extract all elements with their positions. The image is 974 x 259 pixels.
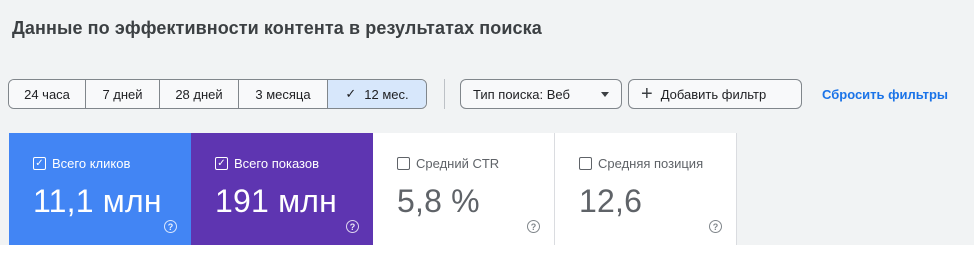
range-24h-button[interactable]: 24 часа bbox=[9, 80, 86, 108]
range-3m-label: 3 месяца bbox=[255, 86, 311, 102]
metric-value: 5,8 % bbox=[397, 183, 480, 219]
page-title: Данные по эффективности контента в резул… bbox=[12, 18, 542, 38]
metric-header: Средняя позиция bbox=[579, 156, 703, 171]
search-type-dropdown[interactable]: Тип поиска: Веб bbox=[460, 79, 622, 109]
metric-value: 12,6 bbox=[579, 183, 643, 219]
metric-header: ✓ Всего кликов bbox=[33, 156, 130, 171]
check-icon: ✓ bbox=[345, 86, 357, 101]
range-7d-button[interactable]: 7 дней bbox=[86, 80, 160, 108]
metric-card-ctr[interactable]: Средний CTR 5,8 % ? bbox=[373, 133, 555, 245]
checkbox-unchecked-icon[interactable] bbox=[397, 157, 410, 170]
metric-label: Средний CTR bbox=[416, 156, 500, 171]
metric-label: Всего показов bbox=[234, 156, 319, 171]
range-12m-button[interactable]: ✓ 12 мес. bbox=[328, 80, 426, 108]
help-icon[interactable]: ? bbox=[709, 220, 722, 233]
metric-label: Средняя позиция bbox=[598, 156, 704, 171]
metric-card-impressions[interactable]: ✓ Всего показов 191 млн ? bbox=[191, 133, 373, 245]
metric-cards: ✓ Всего кликов 11,1 млн ? ✓ Всего показо… bbox=[9, 133, 737, 245]
range-7d-label: 7 дней bbox=[102, 86, 143, 102]
metric-header: Средний CTR bbox=[397, 156, 499, 171]
checkbox-unchecked-icon[interactable] bbox=[579, 157, 592, 170]
metric-value: 191 млн bbox=[215, 183, 338, 219]
metric-value: 11,1 млн bbox=[33, 183, 162, 219]
range-24h-label: 24 часа bbox=[24, 86, 70, 102]
metric-card-clicks[interactable]: ✓ Всего кликов 11,1 млн ? bbox=[9, 133, 191, 245]
date-range-selector: 24 часа 7 дней 28 дней 3 месяца ✓ 12 мес… bbox=[8, 79, 427, 109]
add-filter-label: Добавить фильтр bbox=[660, 86, 767, 102]
content-area bbox=[0, 245, 974, 259]
range-12m-label: 12 мес. bbox=[364, 86, 409, 102]
reset-filters-link[interactable]: Сбросить фильтры bbox=[822, 87, 948, 102]
caret-down-icon bbox=[601, 91, 609, 97]
range-28d-label: 28 дней bbox=[175, 86, 223, 102]
metric-card-position[interactable]: Средняя позиция 12,6 ? bbox=[555, 133, 737, 245]
toolbar-divider bbox=[444, 79, 445, 109]
search-type-label: Тип поиска: Веб bbox=[473, 86, 570, 102]
add-filter-button[interactable]: + Добавить фильтр bbox=[628, 79, 802, 109]
checkbox-checked-icon[interactable]: ✓ bbox=[33, 157, 46, 170]
help-icon[interactable]: ? bbox=[164, 220, 177, 233]
metric-label: Всего кликов bbox=[52, 156, 131, 171]
range-28d-button[interactable]: 28 дней bbox=[160, 80, 239, 108]
help-icon[interactable]: ? bbox=[527, 220, 540, 233]
checkbox-checked-icon[interactable]: ✓ bbox=[215, 157, 228, 170]
range-3m-button[interactable]: 3 месяца bbox=[239, 80, 328, 108]
help-icon[interactable]: ? bbox=[346, 220, 359, 233]
metric-header: ✓ Всего показов bbox=[215, 156, 319, 171]
plus-icon: + bbox=[641, 83, 653, 105]
